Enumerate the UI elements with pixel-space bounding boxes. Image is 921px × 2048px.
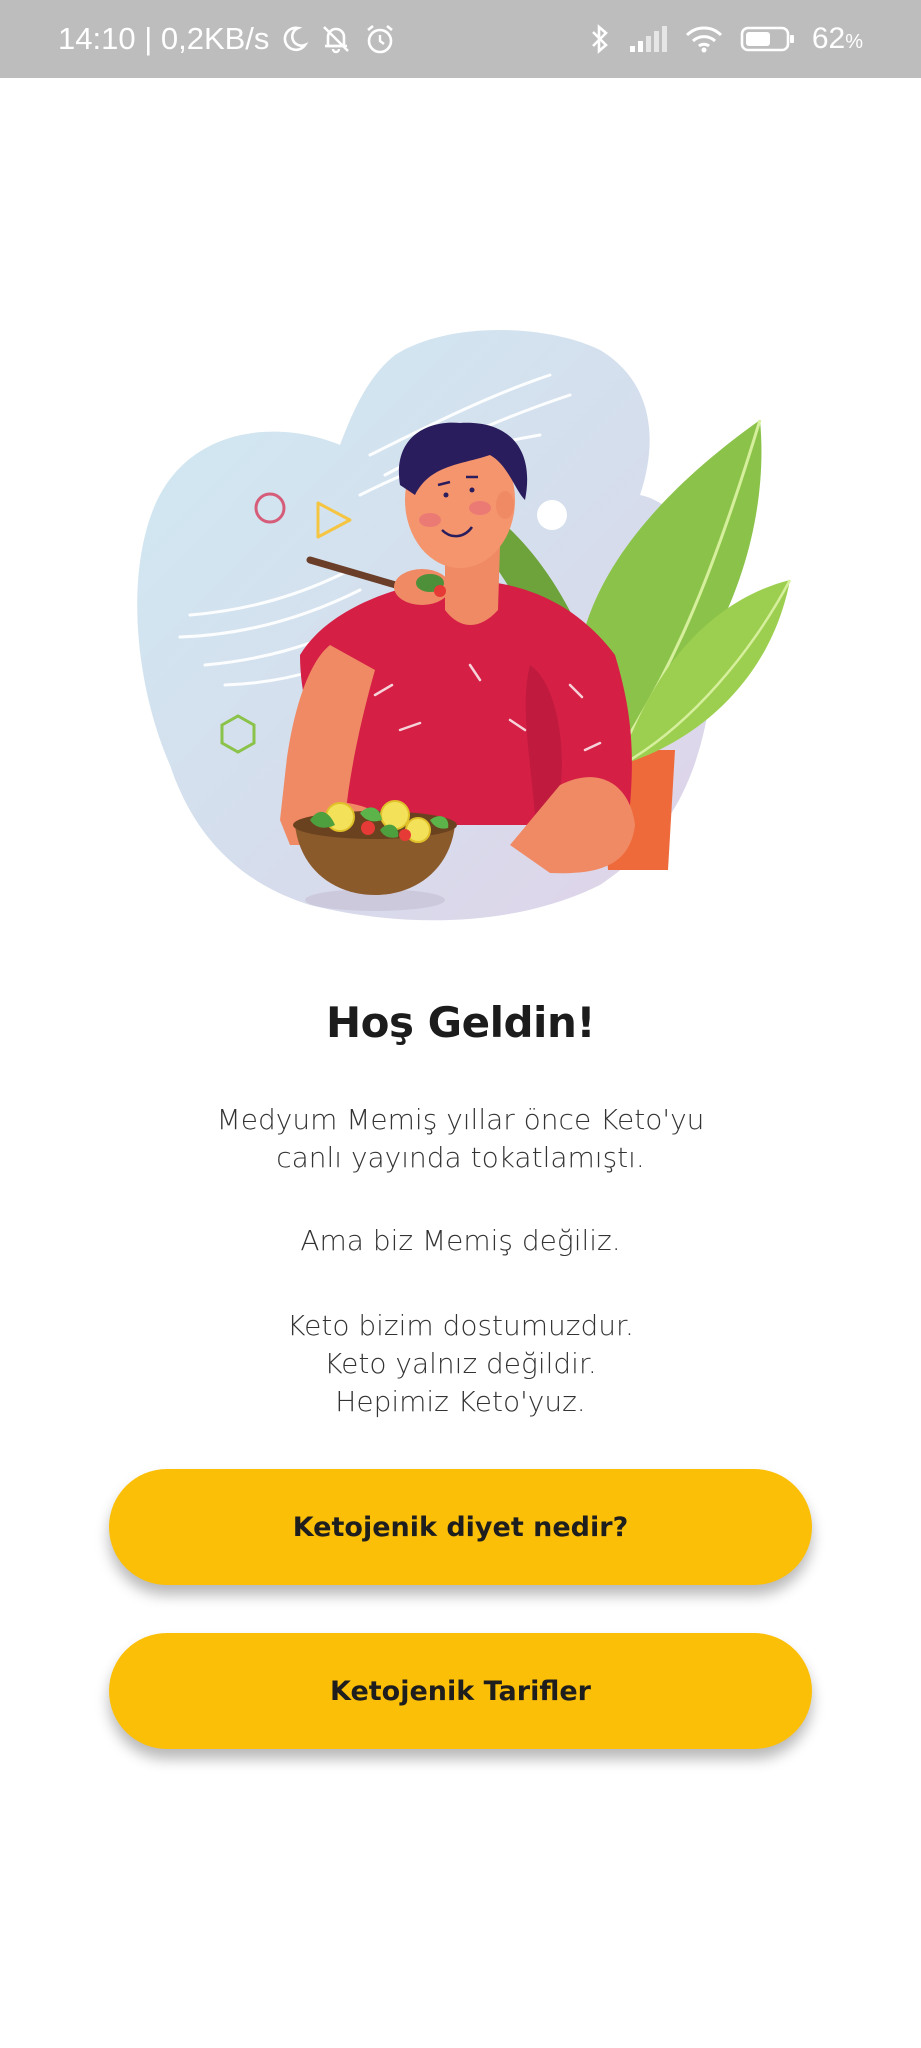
battery-icon	[740, 24, 796, 54]
paragraph-line: Keto yalnız değildir.	[324, 1347, 597, 1380]
paragraph-line: Keto bizim dostumuzdur.	[287, 1309, 634, 1342]
paragraph-line: Ama biz Memiş değiliz.	[300, 1224, 621, 1257]
wifi-icon	[684, 24, 724, 54]
status-right: 62%	[588, 0, 863, 78]
hero-illustration-svg	[137, 330, 792, 921]
hero-illustration	[130, 325, 800, 930]
paragraph-line: canlı yayında tokatlamıştı.	[276, 1141, 645, 1174]
what-is-keto-label: Ketojenik diyet nedir?	[292, 1511, 629, 1543]
status-time-speed: 14:10 | 0,2KB/s	[58, 21, 270, 56]
keto-recipes-button[interactable]: Ketojenik Tarifler	[109, 1633, 812, 1749]
welcome-title: Hoş Geldin!	[326, 998, 596, 1047]
notifications-off-icon	[319, 22, 353, 56]
welcome-paragraph-3: Keto bizim dostumuzdur. Keto yalnız deği…	[0, 1307, 921, 1421]
alarm-icon	[363, 22, 397, 56]
welcome-paragraph-2: Ama biz Memiş değiliz.	[0, 1222, 921, 1260]
status-left: 14:10 | 0,2KB/s	[58, 0, 397, 78]
what-is-keto-button[interactable]: Ketojenik diyet nedir?	[109, 1469, 812, 1585]
paragraph-line: Hepimiz Keto'yuz.	[335, 1385, 586, 1418]
moon-icon	[279, 24, 309, 54]
keto-recipes-label: Ketojenik Tarifler	[330, 1675, 591, 1707]
signal-icon	[628, 24, 668, 54]
bluetooth-icon	[588, 22, 612, 56]
battery-percent-text: 62%	[811, 22, 863, 55]
welcome-paragraph-1: Medyum Memiş yıllar önce Keto'yu canlı y…	[0, 1101, 921, 1177]
paragraph-line: Medyum Memiş yıllar önce Keto'yu	[216, 1103, 705, 1136]
status-bar: 14:10 | 0,2KB/s 62%	[0, 0, 921, 78]
